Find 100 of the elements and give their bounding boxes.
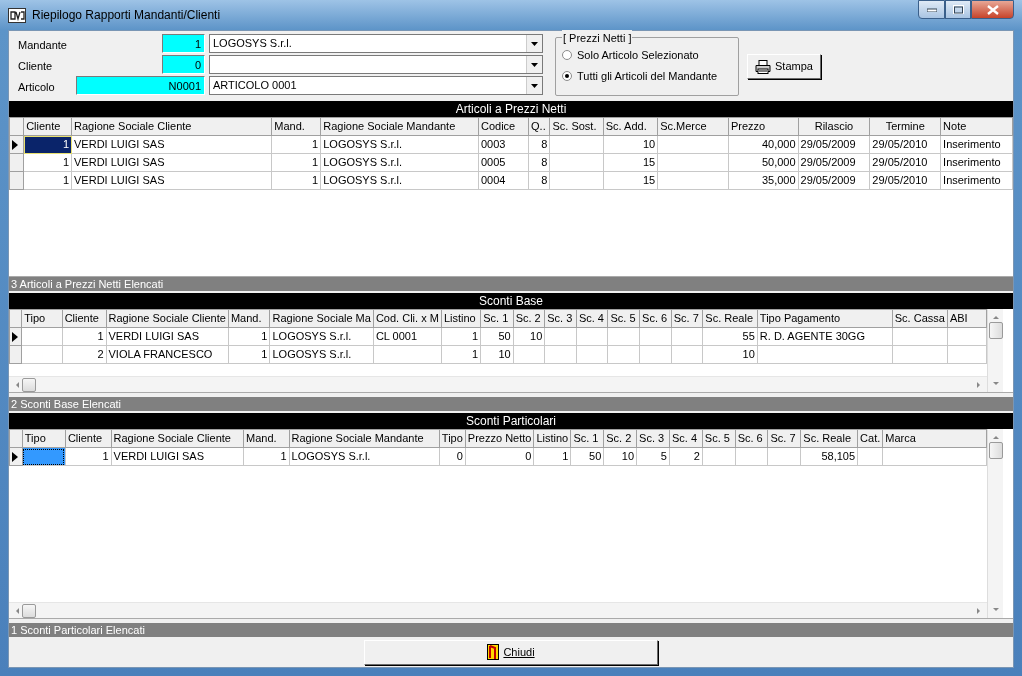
column-header[interactable]: Tipo (21, 309, 63, 328)
column-header[interactable]: Sc. 6 (639, 309, 672, 328)
column-header[interactable]: Ragione Sociale Mandante (320, 117, 479, 136)
table-cell: 1 (62, 327, 106, 346)
column-header[interactable]: Sc. 7 (671, 309, 703, 328)
column-header[interactable]: Ragione Sociale Ma (269, 309, 374, 328)
table-cell: LOGOSYS S.r.l. (269, 327, 374, 346)
table-cell: 8 (528, 135, 550, 154)
vertical-scrollbar[interactable] (987, 309, 1003, 392)
table-cell: 40,000 (728, 135, 799, 154)
code-field[interactable]: N0001 (76, 76, 205, 95)
table-cell: 2 (669, 447, 703, 466)
table-cell: LOGOSYS S.r.l. (320, 135, 479, 154)
code-field[interactable]: 0 (162, 55, 205, 74)
radio-label[interactable]: Solo Articolo Selezionato (577, 47, 699, 64)
column-header[interactable]: Tipo (22, 429, 66, 448)
column-header[interactable]: Sc. 2 (603, 429, 637, 448)
column-header[interactable]: Sc. 5 (608, 309, 640, 328)
column-header[interactable]: Cod. Cli. x M (373, 309, 442, 328)
column-header[interactable]: Sc. 1 (570, 429, 604, 448)
column-header[interactable]: Sc. Reale (800, 429, 858, 448)
maximize-icon (952, 5, 964, 14)
table-cell: 8 (528, 171, 550, 190)
table-cell: 58,105 (800, 447, 858, 466)
column-header[interactable]: Sc. 4 (669, 429, 703, 448)
table-cell: CL 0001 (373, 327, 442, 346)
close-button[interactable] (971, 0, 1014, 19)
column-header[interactable]: ABI (947, 309, 987, 328)
current-row-icon (12, 451, 18, 462)
table-cell: 0003 (478, 135, 529, 154)
column-header[interactable]: Marca (882, 429, 987, 448)
table-cell: 1 (65, 447, 112, 466)
grid-title: Articoli a Prezzi Netti (9, 101, 1013, 117)
radio-label[interactable]: Tutti gli Articoli del Mandante (577, 67, 718, 84)
column-header[interactable]: Q.. (528, 117, 550, 136)
column-header[interactable]: Codice (478, 117, 529, 136)
table-cell: 15 (603, 171, 658, 190)
column-header[interactable]: Sc. 4 (576, 309, 608, 328)
code-field[interactable]: 1 (162, 34, 205, 53)
table-cell: 10 (702, 345, 758, 364)
column-header[interactable]: Sc. 7 (768, 429, 801, 448)
table-cell: 35,000 (728, 171, 799, 190)
column-header[interactable]: Note (940, 117, 1013, 136)
table-cell: VERDI LUIGI SAS (71, 171, 272, 190)
column-header[interactable]: Cliente (65, 429, 112, 448)
vertical-scrollbar[interactable] (987, 429, 1003, 618)
column-header[interactable]: Sc.Merce (657, 117, 729, 136)
radio-button[interactable] (562, 50, 572, 61)
close-icon (986, 4, 999, 15)
column-header[interactable]: Cliente (23, 117, 72, 136)
column-header[interactable]: Sc. Reale (702, 309, 758, 328)
field-label: Articolo (17, 79, 56, 95)
exit-icon (487, 644, 500, 660)
table-cell: LOGOSYS S.r.l. (320, 171, 479, 190)
column-header[interactable]: Sc. 3 (636, 429, 670, 448)
column-header[interactable]: Termine (869, 117, 941, 136)
window-title: Riepilogo Rapporti Mandanti/Clienti (32, 7, 221, 24)
maximize-button[interactable] (945, 0, 971, 19)
column-header[interactable]: Tipo Pagamento (757, 309, 893, 328)
column-header[interactable]: Prezzo Netto (465, 429, 534, 448)
table-cell: 8 (528, 153, 550, 172)
column-header[interactable]: Tipo (439, 429, 466, 448)
column-header[interactable]: Sc. 3 (544, 309, 577, 328)
table-cell: 0004 (478, 171, 529, 190)
table-cell: 50,000 (728, 153, 799, 172)
column-header[interactable]: Mand. (228, 309, 270, 328)
minimize-button[interactable] (918, 0, 945, 19)
column-header[interactable]: Sc. 5 (702, 429, 736, 448)
column-header[interactable]: Cat. (857, 429, 883, 448)
dropdown-field[interactable] (209, 55, 543, 74)
column-header[interactable]: Ragione Sociale Mandante (289, 429, 440, 448)
dropdown-field[interactable]: LOGOSYS S.r.l. (209, 34, 543, 53)
column-header[interactable]: Rilascio (798, 117, 870, 136)
column-header[interactable]: Prezzo (728, 117, 799, 136)
column-header[interactable]: Ragione Sociale Cliente (106, 309, 229, 328)
table-cell: 10 (603, 447, 637, 466)
column-header[interactable]: Sc. 2 (513, 309, 545, 328)
current-row-icon (12, 139, 18, 150)
column-header[interactable]: Sc. Sost. (549, 117, 604, 136)
table-cell: 1 (533, 447, 571, 466)
dropdown-field[interactable]: ARTICOLO 0001 (209, 76, 543, 95)
field-label: Mandante (17, 37, 68, 53)
column-header[interactable]: Sc. 6 (735, 429, 768, 448)
column-header[interactable]: Sc. Cassa (892, 309, 948, 328)
column-header[interactable]: Mand. (243, 429, 290, 448)
print-button[interactable]: Stampa (747, 54, 821, 79)
column-header[interactable]: Cliente (62, 309, 106, 328)
horizontal-scrollbar[interactable] (9, 376, 987, 392)
column-header[interactable]: Sc. 1 (480, 309, 514, 328)
column-header[interactable]: Ragione Sociale Cliente (111, 429, 244, 448)
table-cell: 1 (23, 171, 72, 190)
table-cell: 29/05/2010 (869, 135, 941, 154)
horizontal-scrollbar[interactable] (9, 602, 987, 618)
close-window-button[interactable]: Chiudi (364, 639, 658, 665)
column-header[interactable]: Listino (533, 429, 571, 448)
column-header[interactable]: Listino (441, 309, 481, 328)
column-header[interactable]: Sc. Add. (603, 117, 658, 136)
column-header[interactable]: Ragione Sociale Cliente (71, 117, 272, 136)
column-header[interactable]: Mand. (271, 117, 321, 136)
radio-button[interactable] (562, 70, 572, 81)
